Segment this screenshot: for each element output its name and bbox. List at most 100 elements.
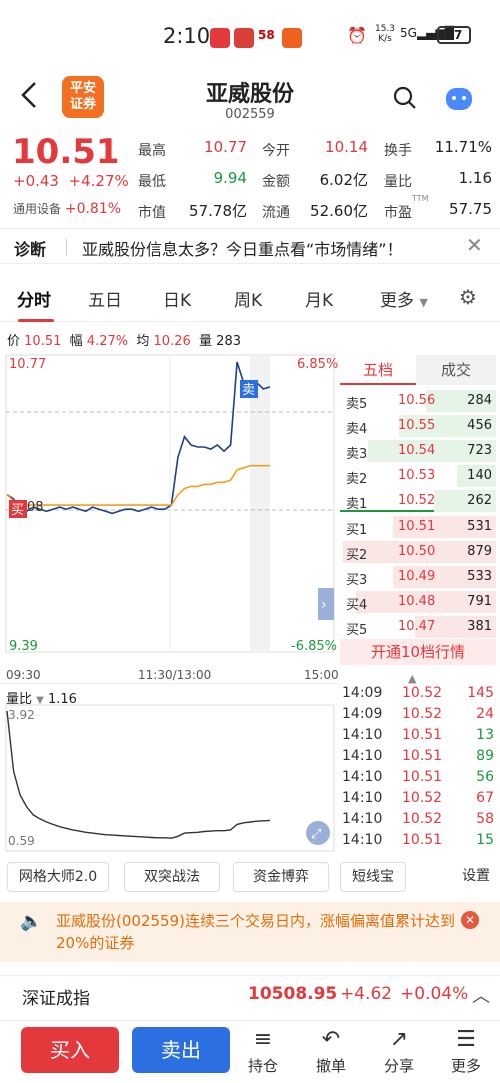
- time-mid-label: 11:30/13:00: [138, 668, 212, 682]
- divider: [66, 239, 67, 255]
- level-price: 10.47: [398, 619, 436, 634]
- app-notification-icon: 58: [258, 28, 275, 42]
- tab-five-day[interactable]: 五日: [88, 286, 122, 311]
- diagnosis-banner[interactable]: 诊断 亚威股份信息太多？今日重点看“市场情绪”！ ✕: [0, 228, 500, 264]
- tab-five-levels[interactable]: 五档: [340, 355, 416, 385]
- holdings-button[interactable]: ≡ 持仓: [238, 1027, 288, 1076]
- trade-volume: 145: [467, 685, 494, 701]
- level-label: 买3: [346, 573, 368, 588]
- index-value: 10508.95: [248, 984, 338, 1004]
- sells-row: 卖2 10.53 140: [340, 464, 496, 488]
- level-volume: 456: [467, 418, 492, 433]
- tab-more[interactable]: 更多 ▼: [380, 286, 428, 311]
- search-button[interactable]: [393, 86, 417, 110]
- app-notification-icon: [282, 28, 302, 48]
- buy-button[interactable]: 买入: [21, 1027, 119, 1073]
- trade-price: 10.52: [402, 790, 443, 806]
- tab-intraday[interactable]: 分时: [17, 286, 51, 311]
- sector-change[interactable]: 通用设备 +0.81%: [13, 200, 121, 217]
- prev-close-label: 08: [27, 500, 44, 515]
- tab-trades[interactable]: 成交: [416, 355, 496, 385]
- tool-double-break[interactable]: 双突战法: [124, 862, 220, 892]
- level-volume: 140: [467, 468, 492, 483]
- buy-marker-label: 买: [11, 503, 24, 518]
- trade-time: 14:10: [342, 769, 383, 785]
- quote-value-3: 9.94: [213, 169, 247, 187]
- tab-daily-k[interactable]: 日K: [163, 286, 191, 311]
- trade-time: 14:10: [342, 790, 383, 806]
- caret-down-icon: ▼: [419, 296, 428, 309]
- level-label: 买2: [346, 548, 368, 563]
- share-button[interactable]: ↗ 分享: [374, 1027, 424, 1076]
- tab-monthly-k[interactable]: 月K: [305, 286, 333, 311]
- y-axis-min-label: 9.39: [9, 639, 38, 654]
- hover-column: [250, 355, 270, 652]
- close-icon[interactable]: ✕: [466, 233, 483, 257]
- level-price: 10.50: [398, 544, 436, 559]
- chevron-up-icon[interactable]: ︿: [472, 982, 490, 1008]
- trade-row: 14:09 10.52 145: [342, 683, 494, 704]
- volume-ratio-chart[interactable]: 3.92 0.59 ⤢: [0, 703, 340, 853]
- diagnosis-tag: 诊断: [14, 240, 47, 259]
- trade-row: 14:10 10.51 15: [342, 830, 494, 851]
- holdings-icon: ≡: [253, 1027, 273, 1052]
- trade-price: 10.52: [402, 706, 443, 722]
- open-10-levels-button[interactable]: 开通10档行情: [340, 639, 496, 665]
- quote-value-6: 57.78亿: [189, 202, 247, 220]
- risk-notice[interactable]: 🔈 亚威股份(002559)连续三个交易日内，涨幅偏离值累计达到20%的证券 ✕: [0, 902, 500, 962]
- quote-value-4: 6.02亿: [319, 171, 368, 189]
- quote-value-1: 10.14: [325, 138, 368, 156]
- back-button[interactable]: [18, 80, 48, 120]
- tab-weekly-k[interactable]: 周K: [234, 286, 262, 311]
- quote-value-2: 11.71%: [434, 138, 492, 156]
- ai-assistant-icon[interactable]: [446, 88, 472, 110]
- trade-row: 14:10 10.52 58: [342, 809, 494, 830]
- tool-fund-game[interactable]: 资金博弈: [233, 862, 329, 892]
- trade-price: 10.52: [402, 685, 443, 701]
- tool-short-line[interactable]: 短线宝: [340, 862, 406, 892]
- more-button[interactable]: ☰ 更多: [441, 1027, 491, 1076]
- index-name: 深证成指: [22, 989, 90, 1009]
- trade-price: 10.51: [402, 748, 443, 764]
- trade-time: 14:09: [342, 685, 383, 701]
- level-label: 卖4: [346, 422, 368, 437]
- trade-time: 14:10: [342, 727, 383, 743]
- level-volume: 284: [467, 393, 492, 408]
- price-change: +0.43 +4.27%: [13, 172, 129, 190]
- chart-info: 价 10.51 幅 4.27% 均 10.26 量 283: [7, 334, 241, 349]
- trade-time: 14:10: [342, 811, 383, 827]
- intraday-chart[interactable]: 10.77 9.39 6.85% -6.85% 08 买 卖 ›: [0, 350, 340, 670]
- level-volume: 381: [467, 619, 492, 634]
- tool-grid-master[interactable]: 网格大师2.0: [7, 862, 109, 892]
- index-pct: +0.04%: [400, 984, 469, 1004]
- active-tab-indicator: [18, 319, 54, 322]
- trade-price: 10.51: [402, 832, 443, 848]
- trade-row: 14:10 10.51 56: [342, 767, 494, 788]
- trade-time: 14:09: [342, 706, 383, 722]
- buys-row: 买2 10.50 879: [340, 540, 496, 564]
- close-icon[interactable]: ✕: [461, 911, 479, 929]
- status-time: 2:10: [163, 24, 211, 48]
- level-volume: 262: [467, 493, 492, 508]
- level-label: 卖3: [346, 447, 368, 462]
- level-label: 卖2: [346, 472, 368, 487]
- cancel-order-button[interactable]: ↶ 撤单: [306, 1027, 356, 1076]
- settings-gear-icon[interactable]: ⚙: [459, 285, 477, 309]
- broker-logo: 平安 证券: [62, 76, 104, 118]
- index-bar[interactable]: 深证成指 10508.95 +4.62 +0.04% ︿: [0, 975, 500, 1013]
- status-bar: 2:10 58 ⏰ 15.3 K/s 5G▂▄▆█ 97: [0, 0, 500, 70]
- buys-row: 买3 10.49 533: [340, 565, 496, 589]
- trade-row: 14:10 10.51 89: [342, 746, 494, 767]
- share-icon: ↗: [389, 1027, 409, 1052]
- speaker-icon: 🔈: [20, 911, 43, 932]
- chart-tabs: 分时 五日 日K 周K 月K 更多 ▼ ⚙: [0, 276, 500, 322]
- index-change: +4.62: [340, 984, 393, 1004]
- sell-button[interactable]: 卖出: [132, 1027, 230, 1073]
- diagnosis-text: 亚威股份信息太多？今日重点看“市场情绪”！: [82, 240, 403, 259]
- trade-time: 14:10: [342, 748, 383, 764]
- stock-code: 002559: [225, 107, 275, 122]
- trade-row: 14:10 10.51 13: [342, 725, 494, 746]
- time-end-label: 15:00: [304, 668, 339, 682]
- tool-settings[interactable]: 设置: [454, 862, 498, 892]
- quote-value-0: 10.77: [204, 138, 247, 156]
